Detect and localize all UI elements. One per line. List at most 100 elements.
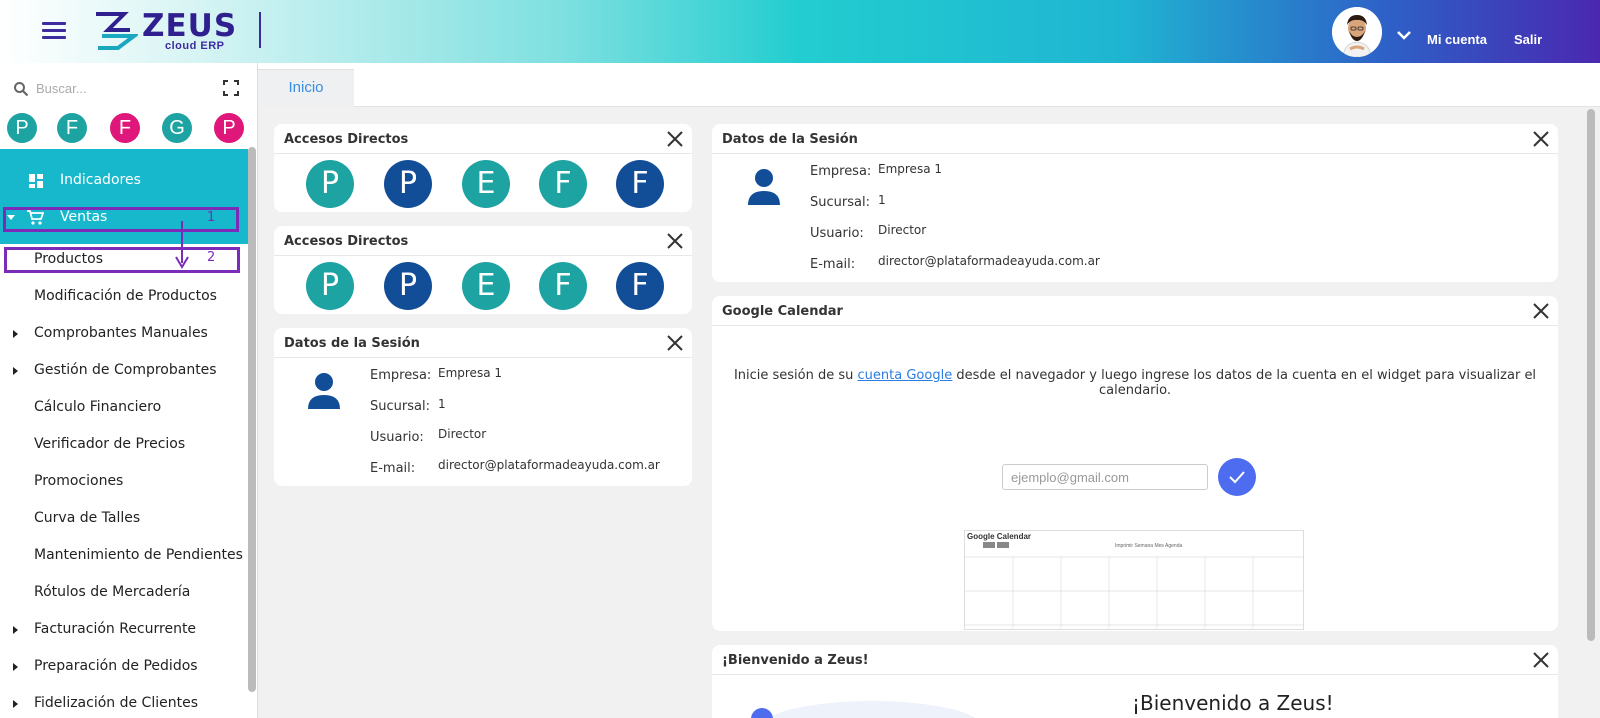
zeus-logo[interactable]: ZEUS cloud ERP bbox=[94, 8, 239, 52]
welcome-widget: ¡Bienvenido a Zeus! ¡Bienvenido a Zeus! bbox=[712, 645, 1558, 718]
caret-right-icon bbox=[13, 663, 18, 671]
widget-title: Datos de la Sesión bbox=[722, 132, 858, 147]
search-icon bbox=[14, 82, 29, 97]
logout-link[interactable]: Salir bbox=[1514, 32, 1542, 47]
empresa-value: Empresa 1 bbox=[438, 366, 502, 380]
caret-right-icon bbox=[13, 330, 18, 338]
sidebar-search bbox=[0, 63, 257, 111]
sidebar: P F F G P Indicadores Ventas Productos M… bbox=[0, 63, 258, 718]
shortcut-button[interactable]: P bbox=[306, 262, 354, 310]
widget-header: ¡Bienvenido a Zeus! bbox=[712, 645, 1558, 675]
email-label: E-mail: bbox=[370, 461, 416, 476]
calendar-instructions: Inicie sesión de su cuenta Google desde … bbox=[712, 368, 1558, 398]
sidebar-item-indicadores[interactable]: Indicadores bbox=[0, 163, 248, 199]
sidebar-item-label: Mantenimiento de Pendientes bbox=[34, 547, 243, 563]
shortcut-button[interactable]: E bbox=[462, 160, 510, 208]
close-icon[interactable] bbox=[666, 334, 684, 352]
email-value: director@plataformadeayuda.com.ar bbox=[438, 458, 660, 472]
sidebar-item-comprobantes-manuales[interactable]: Comprobantes Manuales bbox=[0, 316, 248, 352]
user-avatar[interactable] bbox=[1332, 7, 1382, 57]
sidebar-item-label: Curva de Talles bbox=[34, 510, 141, 526]
shortcut-button[interactable]: F bbox=[616, 262, 664, 310]
logo-subtitle: cloud ERP bbox=[165, 40, 225, 52]
email-label: E-mail: bbox=[810, 257, 856, 272]
favorite-shortcut[interactable]: G bbox=[162, 113, 192, 143]
sidebar-item-verificador-precios[interactable]: Verificador de Precios bbox=[0, 427, 248, 463]
check-icon bbox=[1229, 471, 1245, 484]
zeus-logo-mark-icon bbox=[96, 12, 138, 50]
menu-icon[interactable] bbox=[42, 22, 66, 40]
tab-inicio[interactable]: Inicio bbox=[258, 69, 354, 107]
sidebar-item-label: Verificador de Precios bbox=[34, 436, 186, 452]
sidebar-item-modificacion-productos[interactable]: Modificación de Productos bbox=[0, 279, 248, 315]
usuario-value: Director bbox=[878, 223, 927, 237]
sidebar-item-label: Preparación de Pedidos bbox=[34, 658, 198, 674]
shortcut-button[interactable]: F bbox=[616, 160, 664, 208]
widget-title: Google Calendar bbox=[722, 304, 843, 319]
shortcuts-widget: Accesos Directos P P E F F bbox=[274, 124, 692, 212]
sidebar-item-label: Modificación de Productos bbox=[34, 288, 217, 304]
annotation-number: 1 bbox=[207, 210, 216, 225]
shortcut-button[interactable]: F bbox=[539, 262, 587, 310]
favorite-shortcut[interactable]: F bbox=[57, 113, 87, 143]
sucursal-value: 1 bbox=[438, 397, 446, 411]
favorite-shortcut[interactable]: F bbox=[110, 113, 140, 143]
calendar-text-before: Inicie sesión de su bbox=[733, 368, 858, 383]
sidebar-item-gestion-comprobantes[interactable]: Gestión de Comprobantes bbox=[0, 353, 248, 389]
sucursal-value: 1 bbox=[878, 193, 886, 207]
widget-header: Google Calendar bbox=[712, 296, 1558, 326]
session-widget: Datos de la Sesión Empresa: Empresa 1 Su… bbox=[274, 328, 692, 486]
widget-header: Accesos Directos bbox=[274, 124, 692, 154]
empresa-label: Empresa: bbox=[810, 164, 872, 179]
sidebar-item-fidelizacion-clientes[interactable]: Fidelización de Clientes bbox=[0, 686, 248, 718]
dashboard-area: Accesos Directos P P E F F Accesos Direc… bbox=[258, 107, 1600, 718]
close-icon[interactable] bbox=[1532, 651, 1550, 669]
close-icon[interactable] bbox=[666, 130, 684, 148]
sidebar-item-calculo-financiero[interactable]: Cálculo Financiero bbox=[0, 390, 248, 426]
favorite-shortcut[interactable]: P bbox=[214, 113, 244, 143]
email-value: director@plataformadeayuda.com.ar bbox=[878, 254, 1100, 268]
widget-title: Datos de la Sesión bbox=[284, 336, 420, 351]
annotation-box-productos bbox=[4, 247, 240, 273]
favorite-shortcut[interactable]: P bbox=[7, 113, 37, 143]
empresa-value: Empresa 1 bbox=[878, 162, 942, 176]
widget-header: Accesos Directos bbox=[274, 226, 692, 256]
close-icon[interactable] bbox=[1532, 302, 1550, 320]
shortcut-button[interactable]: P bbox=[306, 160, 354, 208]
chevron-down-icon[interactable] bbox=[1396, 30, 1412, 40]
widget-title: Accesos Directos bbox=[284, 234, 409, 249]
widget-title: ¡Bienvenido a Zeus! bbox=[722, 653, 869, 668]
sidebar-item-promociones[interactable]: Promociones bbox=[0, 464, 248, 500]
shortcut-button[interactable]: E bbox=[462, 262, 510, 310]
search-input[interactable] bbox=[36, 78, 206, 98]
sidebar-scrollbar[interactable] bbox=[248, 147, 256, 692]
sidebar-item-label: Promociones bbox=[34, 473, 124, 489]
close-icon[interactable] bbox=[1532, 130, 1550, 148]
fullscreen-icon[interactable] bbox=[222, 79, 240, 97]
google-account-link[interactable]: cuenta Google bbox=[858, 368, 953, 383]
sidebar-item-facturacion-recurrente[interactable]: Facturación Recurrente bbox=[0, 612, 248, 648]
main-scrollbar[interactable] bbox=[1587, 109, 1595, 641]
sidebar-item-label: Comprobantes Manuales bbox=[34, 325, 208, 341]
logo-word: ZEUS bbox=[142, 8, 238, 44]
shortcut-button[interactable]: P bbox=[384, 160, 432, 208]
shortcut-button[interactable]: F bbox=[539, 160, 587, 208]
session-widget: Datos de la Sesión Empresa: Empresa 1 Su… bbox=[712, 124, 1558, 282]
dashboard-icon bbox=[29, 174, 43, 188]
sidebar-item-label: Indicadores bbox=[60, 172, 141, 188]
sidebar-item-preparacion-pedidos[interactable]: Preparación de Pedidos bbox=[0, 649, 248, 685]
annotation-number: 2 bbox=[207, 250, 216, 265]
caret-right-icon bbox=[13, 700, 18, 708]
calendar-submit-button[interactable] bbox=[1218, 458, 1256, 496]
sidebar-item-rotulos-mercaderia[interactable]: Rótulos de Mercadería bbox=[0, 575, 248, 611]
shortcut-button[interactable]: P bbox=[384, 262, 432, 310]
empresa-label: Empresa: bbox=[370, 368, 432, 383]
sidebar-item-curva-talles[interactable]: Curva de Talles bbox=[0, 501, 248, 537]
my-account-link[interactable]: Mi cuenta bbox=[1427, 32, 1487, 47]
sidebar-item-mantenimiento-pendientes[interactable]: Mantenimiento de Pendientes bbox=[0, 538, 248, 574]
calendar-preview-image: Google Calendar Imprimir Semana Mes Agen… bbox=[964, 530, 1304, 630]
welcome-illustration bbox=[751, 701, 976, 718]
calendar-email-input[interactable] bbox=[1002, 464, 1208, 490]
sidebar-item-label: Fidelización de Clientes bbox=[34, 695, 198, 711]
close-icon[interactable] bbox=[666, 232, 684, 250]
